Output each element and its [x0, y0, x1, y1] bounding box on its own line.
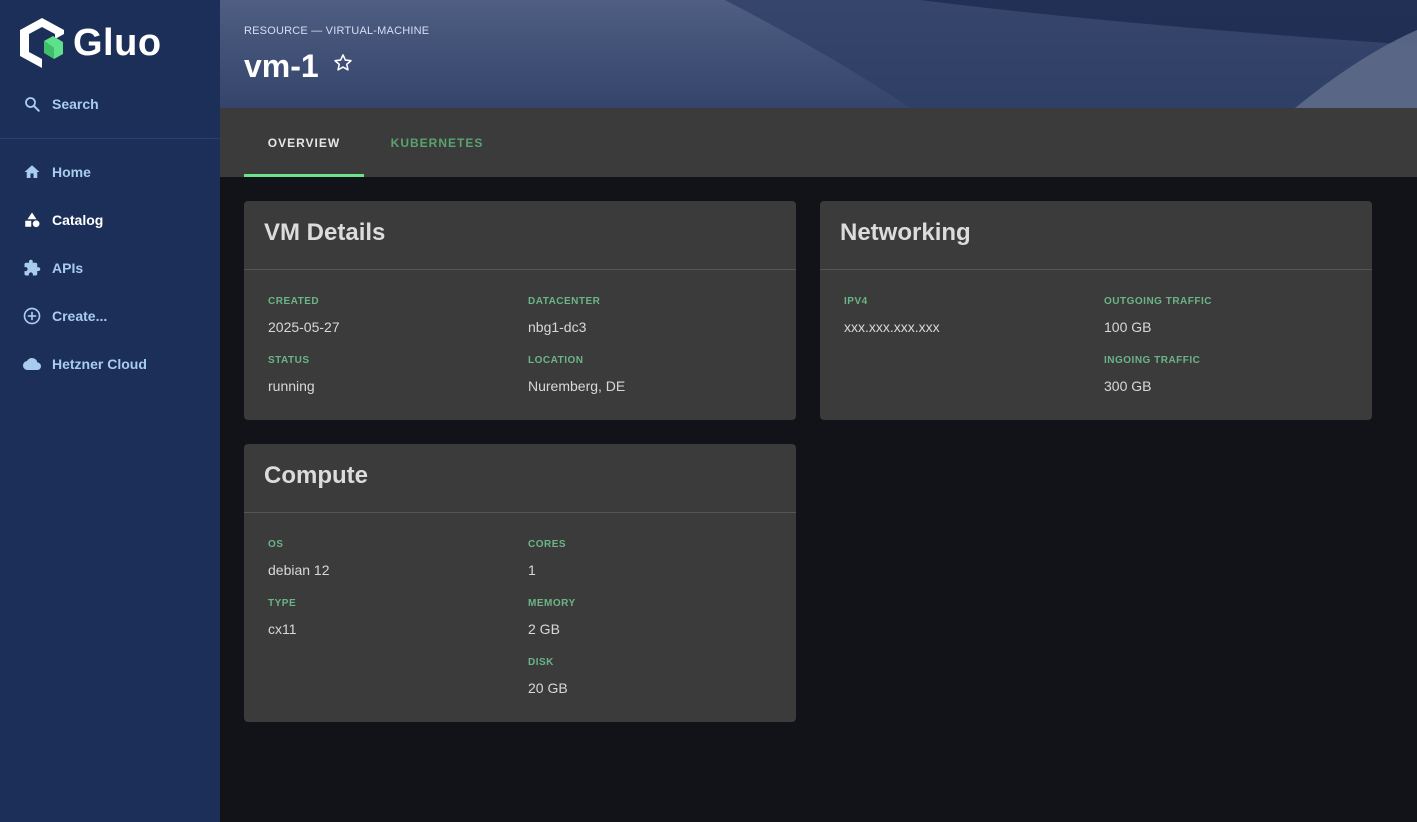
app-name: Gluo: [73, 22, 162, 64]
search-label: Search: [52, 96, 99, 112]
outgoing-traffic-label: OUTGOING TRAFFIC: [1104, 296, 1212, 307]
header-wave-decoration: [725, 0, 1417, 108]
memory-label: MEMORY: [528, 598, 576, 609]
card-title: VM Details: [264, 219, 386, 246]
active-tab-indicator: [244, 174, 364, 177]
datacenter-value: nbg1-dc3: [528, 319, 587, 335]
type-label: TYPE: [268, 598, 297, 609]
tab-kubernetes[interactable]: KUBERNETES: [364, 108, 510, 177]
tab-bar: OVERVIEW KUBERNETES: [220, 108, 1417, 177]
status-label: STATUS: [268, 355, 310, 366]
ipv4-label: IPV4: [844, 296, 868, 307]
card-title: Compute: [264, 462, 368, 489]
card-divider: [244, 269, 796, 270]
cores-value: 1: [528, 562, 536, 578]
card-divider: [820, 269, 1372, 270]
sidebar-item-home[interactable]: Home: [22, 160, 91, 184]
created-value: 2025-05-27: [268, 319, 340, 335]
ipv4-value: xxx.xxx.xxx.xxx: [844, 319, 940, 335]
breadcrumb: RESOURCE — VIRTUAL-MACHINE: [244, 25, 430, 37]
sidebar-item-hetzner-cloud[interactable]: Hetzner Cloud: [22, 352, 147, 376]
sidebar-item-label: Home: [52, 164, 91, 180]
sidebar-item-label: Hetzner Cloud: [52, 356, 147, 372]
networking-card: Networking IPV4 xxx.xxx.xxx.xxx OUTGOING…: [820, 201, 1372, 420]
type-value: cx11: [268, 621, 297, 637]
catalog-icon: [22, 210, 42, 230]
puzzle-icon: [22, 258, 42, 278]
card-divider: [244, 512, 796, 513]
search-icon: [22, 94, 42, 114]
page-header: RESOURCE — VIRTUAL-MACHINE vm-1: [220, 0, 1417, 108]
vm-details-card: VM Details CREATED 2025-05-27 DATACENTER…: [244, 201, 796, 420]
sidebar-item-label: Catalog: [52, 212, 104, 228]
add-circle-icon: [22, 306, 42, 326]
cloud-icon: [22, 354, 42, 374]
sidebar: Gluo Search Home Catalog APIs Create...: [0, 0, 220, 822]
card-title: Networking: [840, 219, 971, 246]
disk-label: DISK: [528, 657, 554, 668]
cores-label: CORES: [528, 539, 567, 550]
sidebar-item-create[interactable]: Create...: [22, 304, 107, 328]
app-logo[interactable]: Gluo: [19, 17, 162, 69]
location-value: Nuremberg, DE: [528, 378, 626, 394]
ingoing-traffic-label: INGOING TRAFFIC: [1104, 355, 1201, 366]
sidebar-item-catalog[interactable]: Catalog: [22, 208, 103, 232]
sidebar-item-label: Create...: [52, 308, 108, 324]
sidebar-item-label: APIs: [52, 260, 84, 276]
status-value: running: [268, 378, 315, 394]
favorite-star-icon[interactable]: [332, 52, 354, 79]
os-value: debian 12: [268, 562, 330, 578]
memory-value: 2 GB: [528, 621, 560, 637]
page-title: vm-1: [244, 48, 319, 84]
compute-card: Compute OS debian 12 CORES 1 TYPE cx11 M…: [244, 444, 796, 722]
sidebar-divider: [0, 138, 220, 139]
datacenter-label: DATACENTER: [528, 296, 601, 307]
created-label: CREATED: [268, 296, 320, 307]
disk-value: 20 GB: [528, 680, 568, 696]
os-label: OS: [268, 539, 284, 550]
outgoing-traffic-value: 100 GB: [1104, 319, 1152, 335]
sidebar-item-apis[interactable]: APIs: [22, 256, 83, 280]
gluo-logo-icon: [20, 18, 64, 68]
sidebar-search[interactable]: Search: [22, 94, 99, 114]
home-icon: [22, 162, 42, 182]
ingoing-traffic-value: 300 GB: [1104, 378, 1152, 394]
tab-overview[interactable]: OVERVIEW: [244, 108, 364, 177]
location-label: LOCATION: [528, 355, 584, 366]
